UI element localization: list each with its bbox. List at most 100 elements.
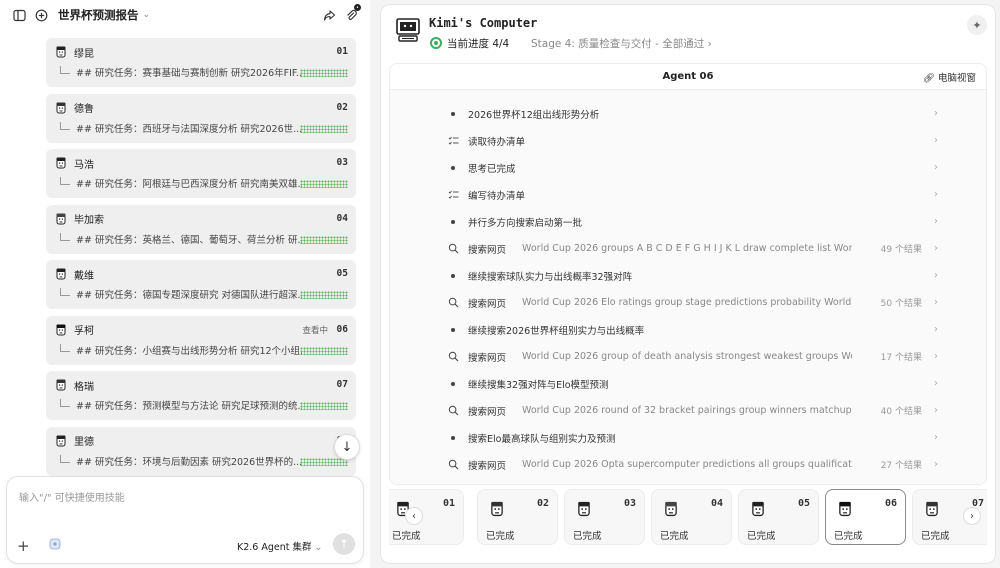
agent-number: 05 [336, 268, 348, 279]
log-label: 搜索网页 [468, 352, 507, 364]
agent-tile[interactable]: 04 已完成 [651, 489, 732, 545]
bullet-icon [446, 165, 460, 170]
agent-name: 缪昆 [74, 48, 94, 60]
agent-card[interactable]: 缪昆 01 ## 研究任务：赛事基础与赛制创新 研究2026年FIF... [46, 38, 356, 87]
new-chat-icon[interactable] [30, 4, 52, 26]
agent-header: 格瑞 [54, 377, 348, 393]
agent-tile[interactable]: 05 已完成 [738, 489, 819, 545]
model-selector[interactable]: K2.6 Agent 集群 ⌄ [237, 539, 323, 553]
agent-tile[interactable]: 03 已完成 [564, 489, 645, 545]
log-label: 搜索网页 [468, 460, 507, 472]
avatar [54, 45, 68, 59]
chevron-right-icon: › [934, 405, 938, 416]
agent-viewer: Agent 06 🔗︎ 电脑视窗 2026世界杯12组出线形势分析 › 读取待办清单… [389, 63, 987, 485]
stage-text: Stage 4: 质量检查与交付 - 全部通过 [531, 38, 705, 50]
agent-tile[interactable]: 06 已完成 [825, 489, 906, 545]
avatar [749, 500, 767, 521]
next-arrow-button[interactable]: › [963, 507, 981, 525]
branch-icon [60, 399, 70, 407]
tile-status: 已完成 [660, 531, 689, 542]
agent-name: 毕加索 [74, 215, 104, 226]
avatar [54, 156, 68, 170]
log-row[interactable]: 搜索网页 World Cup 2026 round of 32 bracket p… [446, 397, 940, 424]
log-row[interactable]: 继续搜集32强对阵与Elo模型预测 › [446, 370, 940, 397]
log-label: 搜索Elo最高球队与组别实力及预测 [468, 433, 616, 445]
log-row[interactable]: 搜索Elo最高球队与组别实力及预测 › [446, 424, 940, 451]
computer-icon [395, 17, 421, 46]
agent-card[interactable]: 戴维 05 ## 研究任务：德国专题深度研究 对德国队进行超深... [46, 260, 356, 309]
agent-tile[interactable]: 02 已完成 [477, 489, 558, 545]
chevron-right-icon: › [934, 378, 938, 389]
agent-name: 孚柯 [74, 326, 94, 337]
agent-card[interactable]: 格瑞 07 ## 研究任务：预测模型与方法论 研究足球预测的统... [46, 371, 356, 420]
agent-card[interactable]: 马浩 03 ## 研究任务：阿根廷与巴西深度分析 研究南美双雄... [46, 149, 356, 198]
agent-number: 06 [336, 323, 348, 335]
desktop-view-link[interactable]: 🔗︎ 电脑视窗 [923, 70, 976, 84]
agent-task-text: ## 研究任务：阿根廷与巴西深度分析 研究南美双雄... [76, 179, 302, 190]
tile-status: 已完成 [392, 531, 421, 542]
agent-header: 缪昆 [54, 44, 348, 60]
log-row[interactable]: 读取待办清单 › [446, 127, 940, 154]
progress-dots [300, 124, 348, 133]
branch-icon [60, 343, 70, 352]
agent-card[interactable]: 毕加索 04 ## 研究任务：英格兰、德国、葡萄牙、荷兰分析 研... [46, 204, 356, 254]
chevron-right-icon: › [934, 297, 938, 308]
composer-placeholder[interactable]: 输入"/" 可快捷使用技能 [19, 489, 125, 504]
avatar [923, 500, 941, 521]
avatar [54, 101, 68, 115]
chevron-right-icon: › [934, 189, 938, 200]
agent-number: 07 [336, 379, 348, 390]
log-query: World Cup 2026 Elo ratings group stage p… [522, 297, 852, 308]
search-icon [446, 243, 460, 254]
attachment-icon[interactable]: • [340, 4, 362, 26]
composer[interactable]: 输入"/" 可快捷使用技能 + K2.6 Agent 集群 ⌄ ↑ [6, 476, 364, 564]
checklist-icon [446, 136, 460, 146]
progress-dots [300, 180, 348, 188]
log-row[interactable]: 思考已完成 › [446, 154, 940, 181]
chevron-down-icon[interactable]: ⌄ [143, 10, 151, 20]
chevron-right-icon: › [934, 216, 938, 227]
tile-number: 02 [536, 498, 549, 509]
send-button[interactable]: ↑ [333, 533, 355, 555]
stage-link[interactable]: Stage 4: 质量检查与交付 - 全部通过 › [531, 36, 712, 51]
agent-viewer-title: Agent 06 [390, 64, 986, 90]
agent-name: 德鲁 [74, 104, 94, 115]
log-label: 搜索网页 [468, 298, 507, 310]
log-row[interactable]: 搜索网页 World Cup 2026 group of death analys… [446, 343, 940, 370]
agent-tile[interactable]: 01 已完成 [389, 489, 464, 545]
agent-title: Agent 06 [662, 71, 714, 82]
log-row[interactable]: 搜索网页 World Cup 2026 Opta supercomputer pr… [446, 451, 940, 478]
chevron-right-icon: › [934, 162, 938, 173]
agent-card[interactable]: 里德08## 研究任务：环境与后勤因素 研究2026世界杯的... [46, 426, 356, 476]
search-icon [446, 405, 460, 416]
chat-title[interactable]: 世界杯预测报告 [58, 7, 139, 23]
log-row[interactable]: 继续搜索2026世界杯组别实力与出线概率 › [446, 316, 940, 343]
agent-card[interactable]: 德鲁 02 ## 研究任务：西班牙与法国深度分析 研究2026世... [46, 93, 356, 143]
log-count: 17 个结果 [880, 353, 922, 363]
log-row[interactable]: 继续搜索球队实力与出线概率32强对阵 › [446, 262, 940, 289]
share-icon[interactable] [318, 4, 340, 26]
bullet-icon [446, 381, 460, 386]
add-attachment-button[interactable]: + [17, 537, 30, 555]
branch-icon [60, 454, 70, 463]
log-row[interactable]: 2026世界杯12组出线形势分析 › [446, 100, 940, 127]
progress-dots [300, 235, 348, 244]
log-row[interactable]: 并行多方向搜索启动第一批 › [446, 208, 940, 235]
sidebar-toggle-icon[interactable] [8, 4, 30, 26]
branch-icon [60, 288, 70, 296]
skill-icon[interactable] [47, 536, 63, 552]
scroll-down-button[interactable]: ↓ [334, 434, 360, 460]
model-label: K2.6 Agent 集群 [237, 542, 312, 553]
chevron-right-icon: › [934, 351, 938, 362]
sparkle-icon[interactable]: ✦ [967, 15, 987, 35]
tile-number: 01 [442, 498, 455, 509]
log-row[interactable]: 搜索网页 World Cup 2026 Elo ratings group sta… [446, 289, 940, 316]
log-row[interactable]: 编写待办清单 › [446, 181, 940, 208]
log-label: 继续搜索球队实力与出线概率32强对阵 [468, 271, 633, 283]
agent-card[interactable]: 孚柯 查看中 06 ## 研究任务：小组赛与出线形势分析 研究12个小组... [46, 315, 356, 365]
log-row[interactable]: 搜索网页 World Cup 2026 groups A B C D E F G … [446, 235, 940, 262]
prev-arrow-button[interactable]: ‹ [405, 507, 423, 525]
bullet-icon [446, 327, 460, 332]
avatar [54, 267, 68, 281]
chevron-right-icon: › [934, 243, 938, 254]
